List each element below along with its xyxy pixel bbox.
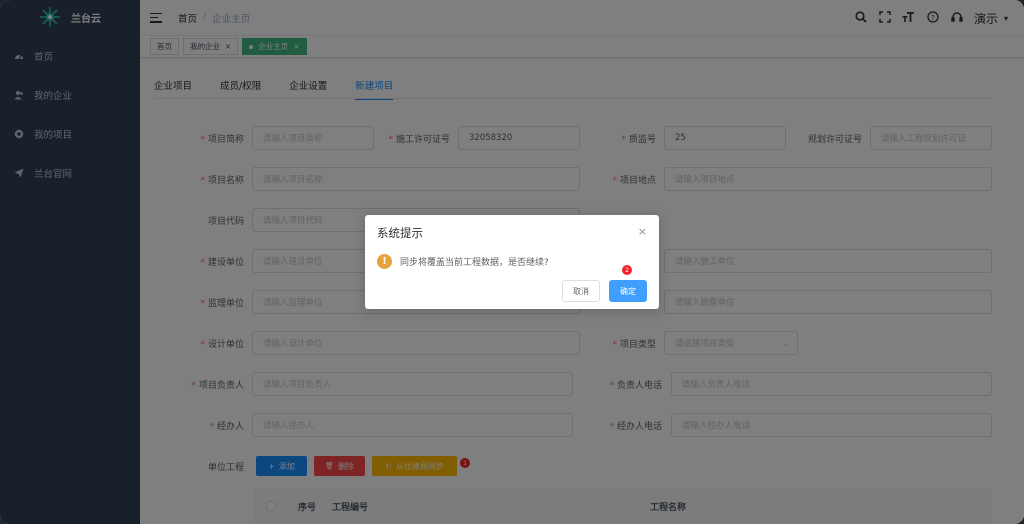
confirm-dialog: 系统提示 × ! 同步将覆盖当前工程数据，是否继续? 取消 确定 2 [365, 215, 659, 309]
dialog-title: 系统提示 [377, 226, 423, 240]
dialog-message-text: 同步将覆盖当前工程数据，是否继续? [400, 258, 549, 268]
confirm-button[interactable]: 确定 [609, 280, 647, 302]
app-window: 兰台云 首页 我的企业 我的项目 兰台官网 首页 / 企业主页 [0, 0, 1024, 524]
dialog-message: ! 同步将覆盖当前工程数据，是否继续? [377, 254, 549, 269]
close-icon[interactable]: × [638, 225, 647, 238]
step-badge: 2 [622, 265, 632, 275]
cancel-button[interactable]: 取消 [562, 280, 600, 302]
warning-icon: ! [377, 254, 392, 269]
